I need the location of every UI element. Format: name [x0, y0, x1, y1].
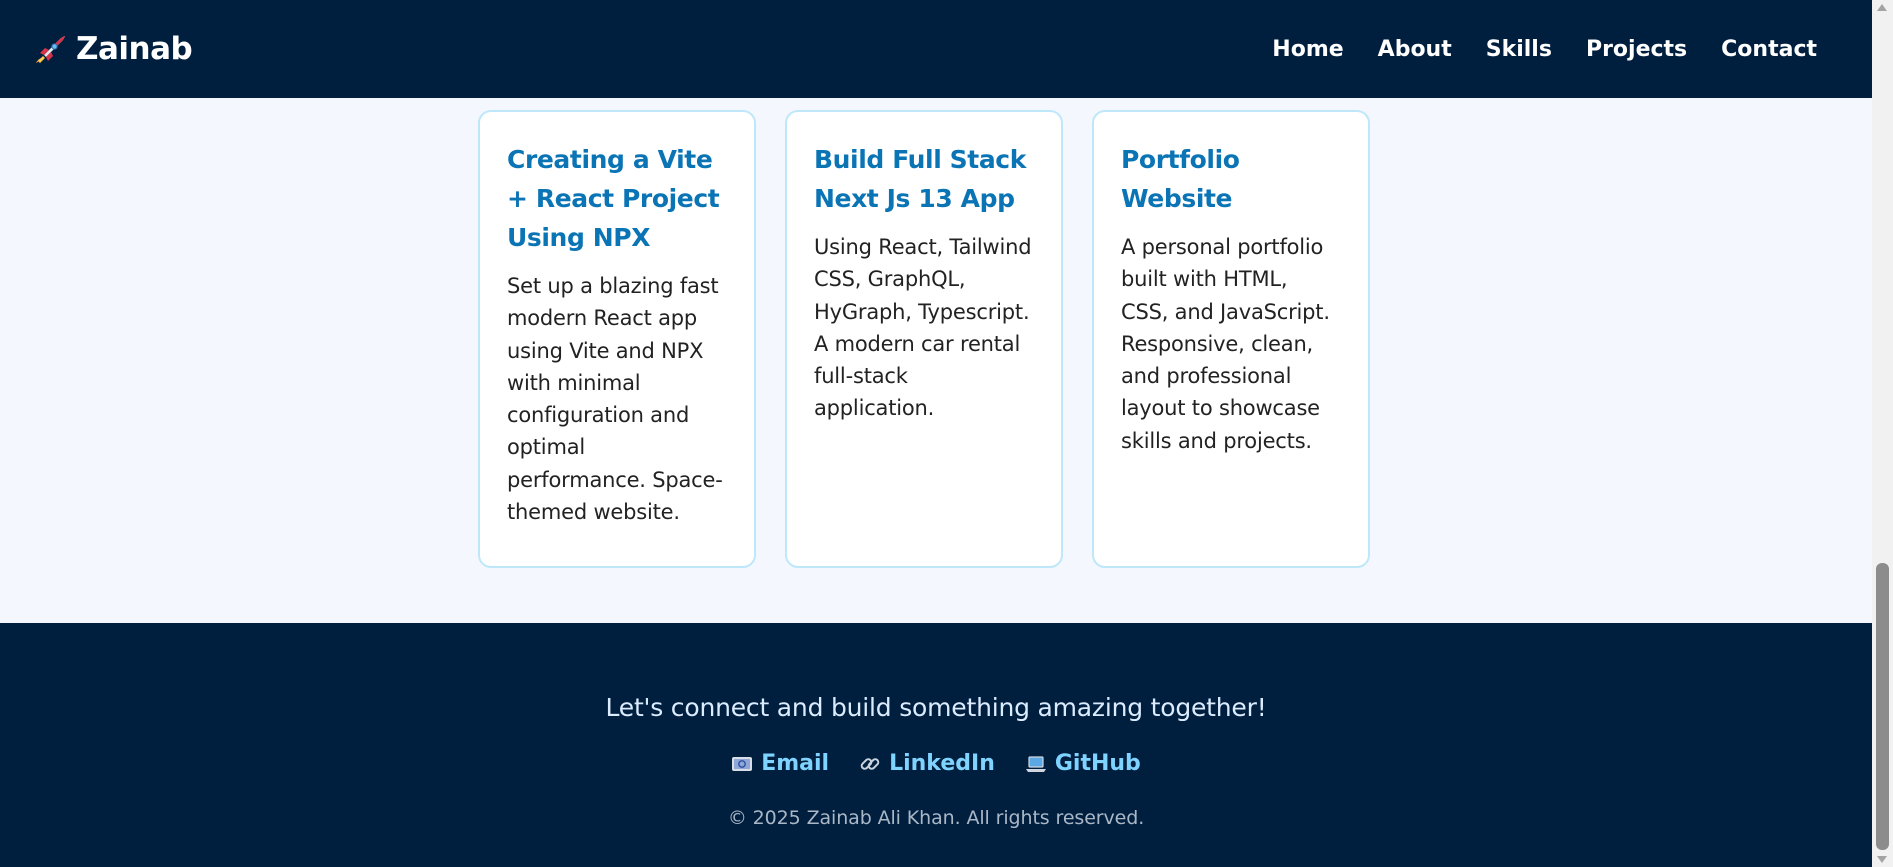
email-link[interactable]: Email [731, 751, 829, 776]
project-card: Portfolio Website A personal portfolio b… [1092, 110, 1370, 568]
linkedin-label: LinkedIn [889, 751, 995, 776]
rocket-icon [32, 31, 68, 67]
project-description: Using React, Tailwind CSS, GraphQL, HyGr… [814, 235, 1032, 421]
brand[interactable]: Zainab [32, 31, 193, 67]
github-label: GitHub [1054, 751, 1141, 776]
project-title: Build Full Stack Next Js 13 App [814, 145, 1026, 213]
nav-projects[interactable]: Projects [1586, 37, 1687, 62]
footer-tagline: Let's connect and build something amazin… [605, 693, 1267, 722]
social-links: Email LinkedIn GitHub [0, 751, 1872, 776]
brand-name: Zainab [76, 31, 193, 67]
linkedin-link[interactable]: LinkedIn [859, 751, 995, 776]
project-card: Build Full Stack Next Js 13 App Using Re… [785, 110, 1063, 568]
copyright-text: © 2025 Zainab Ali Khan. All rights reser… [727, 807, 1145, 829]
scroll-up-icon[interactable] [1877, 4, 1887, 11]
project-card: Creating a Vite + React Project Using NP… [478, 110, 756, 568]
project-description: A personal portfolio built with HTML, CS… [1121, 235, 1330, 453]
nav-contact[interactable]: Contact [1721, 37, 1817, 62]
laptop-icon [1025, 753, 1047, 775]
vertical-scrollbar[interactable] [1872, 0, 1893, 867]
project-description: Set up a blazing fast modern React app u… [507, 274, 723, 525]
site-header: Zainab Home About Skills Projects Contac… [0, 0, 1872, 98]
email-label: Email [761, 751, 830, 776]
email-icon [731, 753, 753, 775]
nav-skills[interactable]: Skills [1486, 37, 1552, 62]
page: Zainab Home About Skills Projects Contac… [0, 0, 1872, 867]
scroll-thumb[interactable] [1876, 563, 1889, 850]
projects-section: Creating a Vite + React Project Using NP… [478, 110, 1370, 568]
github-link[interactable]: GitHub [1025, 751, 1141, 776]
main-nav: Home About Skills Projects Contact [1272, 37, 1817, 62]
link-icon [859, 753, 881, 775]
project-title: Portfolio Website [1121, 145, 1240, 213]
project-title: Creating a Vite + React Project Using NP… [507, 145, 720, 252]
nav-home[interactable]: Home [1272, 37, 1343, 62]
nav-about[interactable]: About [1378, 37, 1452, 62]
site-footer: Let's connect and build something amazin… [0, 623, 1872, 867]
scroll-down-icon[interactable] [1877, 856, 1887, 863]
